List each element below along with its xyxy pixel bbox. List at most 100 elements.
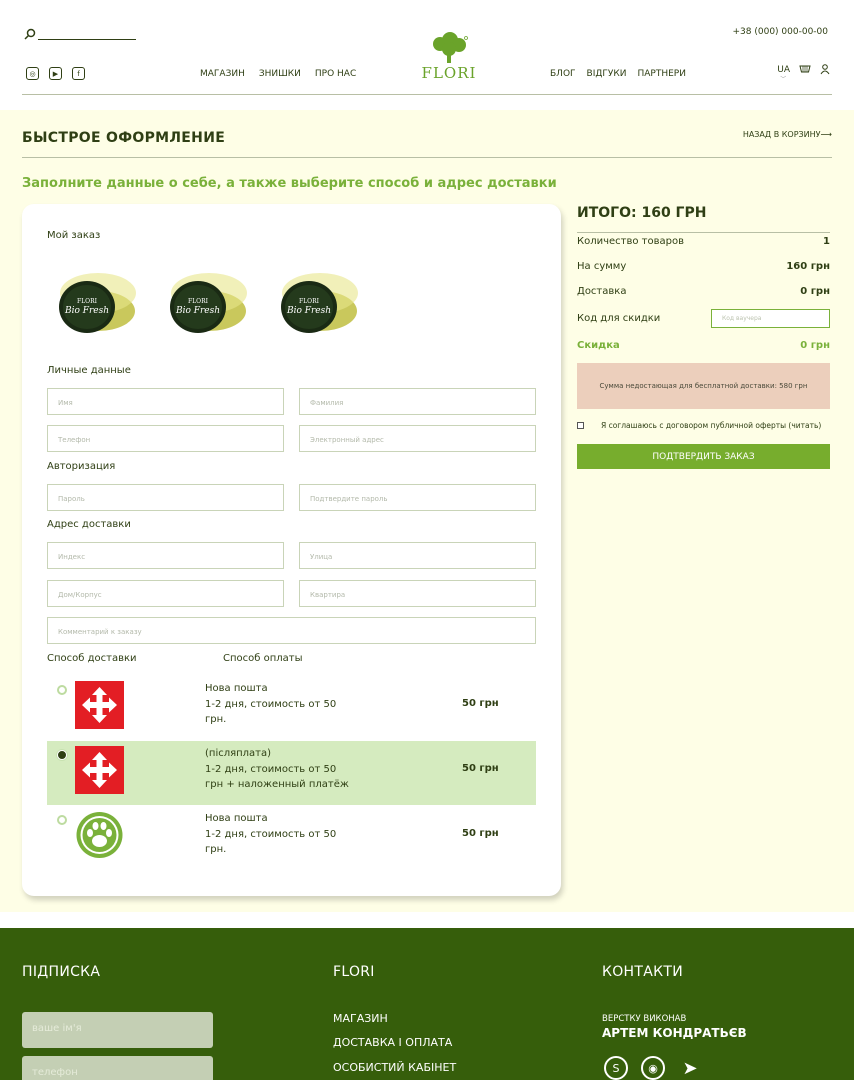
delivery-option-text: (післяплата) 1-2 дня, стоимость от 50 гр…: [205, 746, 355, 793]
nav-item-reviews[interactable]: ВІДГУКИ: [587, 69, 627, 79]
header-tools: UA ﹀: [777, 64, 830, 83]
delivery-price: 50 грн: [462, 828, 499, 839]
nav-item-partners[interactable]: ПАРТНЕРИ: [637, 69, 685, 79]
product-image[interactable]: FLORI Bio Fresh: [50, 253, 140, 343]
free-delivery-notice: Сумма недостающая для бесплатной доставк…: [577, 363, 830, 409]
paw-icon: [76, 812, 123, 858]
summary-delivery-row: Доставка 0 грн: [577, 286, 830, 297]
jar-image: FLORI Bio Fresh: [59, 273, 136, 333]
svg-text:FLORI: FLORI: [188, 298, 209, 305]
logo[interactable]: FLORI: [412, 32, 486, 82]
summary-total-title: ИТОГО: 160 ГРН: [577, 205, 707, 221]
street-field[interactable]: Улица: [299, 542, 536, 569]
summary-discount-label: Скидка: [577, 340, 620, 351]
summary-discount-value: 0 грн: [800, 340, 830, 351]
delivery-desc: 1-2 дня, стоимость от 50 грн.: [205, 828, 337, 856]
delivery-option-text: Нова пошта 1-2 дня, стоимость от 50 грн.: [205, 681, 355, 728]
github-icon[interactable]: ◉: [641, 1056, 665, 1080]
delivery-option-text: Нова пошта 1-2 дня, стоимость от 50 грн.: [205, 811, 355, 858]
delivery-radio[interactable]: [57, 815, 67, 825]
product-label: Bio Fresh: [64, 306, 109, 316]
svg-text:FLORI: FLORI: [299, 298, 320, 305]
search-input[interactable]: [38, 39, 136, 40]
summary-delivery-value: 0 грн: [800, 286, 830, 297]
email-field[interactable]: Электронный адрес: [299, 425, 536, 452]
product-image[interactable]: FLORI Bio Fresh: [272, 253, 362, 343]
comment-field[interactable]: Комментарий к заказу: [47, 617, 536, 644]
subscribe-phone-input[interactable]: телефон: [22, 1056, 213, 1080]
page-title: БЫСТРОЕ ОФОРМЛЕНИЕ: [22, 130, 226, 146]
summary-qty-row: Количество товаров 1: [577, 236, 830, 247]
facebook-icon[interactable]: f: [72, 67, 85, 80]
main-nav-left: МАГАЗИН ЗНИШКИ ПРО НАС: [200, 69, 356, 79]
nav-item-discounts[interactable]: ЗНИШКИ: [259, 69, 301, 79]
contact-icons: S ◉ ➤: [604, 1056, 702, 1080]
back-to-cart-link[interactable]: НАЗАД В КОРЗИНУ⟶: [743, 130, 832, 139]
footer-brand-title: FLORI: [333, 964, 375, 980]
cart-icon[interactable]: [799, 64, 811, 75]
delivery-option[interactable]: Нова пошта 1-2 дня, стоимость от 50 грн.…: [47, 676, 536, 740]
header-phone[interactable]: +38 (000) 000-00-00: [733, 27, 829, 37]
nav-item-about[interactable]: ПРО НАС: [315, 69, 356, 79]
confirm-order-button[interactable]: ПОДТВЕРДИТЬ ЗАКАЗ: [577, 444, 830, 469]
tree-logo-icon: [433, 32, 468, 63]
product-label: Bio Fresh: [286, 306, 331, 316]
contacts-title: КОНТАКТИ: [602, 964, 683, 980]
apartment-field[interactable]: Квартира: [299, 580, 536, 607]
summary-sum-value: 160 грн: [786, 261, 830, 272]
subscribe-title: ПІДПИСКА: [22, 964, 101, 980]
password-field[interactable]: Пароль: [47, 484, 284, 511]
nova-poshta-icon: [75, 746, 124, 794]
telegram-icon[interactable]: ➤: [678, 1056, 702, 1080]
footer-link-delivery[interactable]: ДОСТАВКА І ОПЛАТА: [333, 1036, 452, 1049]
user-icon[interactable]: [820, 64, 830, 75]
skype-icon[interactable]: S: [604, 1056, 628, 1080]
delivery-desc: 1-2 дня, стоимость от 50 грн + наложенны…: [205, 763, 349, 791]
address-label: Адрес доставки: [47, 519, 131, 530]
delivery-desc: 1-2 дня, стоимость от 50 грн.: [205, 698, 337, 726]
delivery-radio-checked[interactable]: [57, 750, 67, 760]
site-header: +38 (000) 000-00-00 ◎ ▶ f МАГАЗИН ЗНИШКИ…: [0, 0, 854, 110]
jar-image: FLORI Bio Fresh: [281, 273, 358, 333]
promo-code-input[interactable]: Код ваучера: [711, 309, 830, 328]
search-icon[interactable]: [24, 28, 36, 40]
youtube-icon[interactable]: ▶: [49, 67, 62, 80]
house-field[interactable]: Дом/Корпус: [47, 580, 284, 607]
author-name: АРТЕМ КОНДРАТЬЄВ: [602, 1026, 747, 1040]
product-image[interactable]: FLORI Bio Fresh: [161, 253, 251, 343]
summary-discount-row: Скидка 0 грн: [577, 340, 830, 351]
instagram-icon[interactable]: ◎: [26, 67, 39, 80]
summary-qty-value: 1: [823, 236, 830, 247]
auth-label: Авторизация: [47, 461, 116, 472]
made-by-label: ВЕРСТКУ ВИКОНАВ: [602, 1014, 687, 1024]
password-confirm-field[interactable]: Подтвердите пароль: [299, 484, 536, 511]
footer-link-account[interactable]: ОСОБИСТИЙ КАБІНЕТ: [333, 1061, 456, 1074]
delivery-title: Нова пошта: [205, 813, 268, 824]
chevron-down-icon: ﹀: [780, 75, 787, 83]
footer-link-shop[interactable]: МАГАЗИН: [333, 1012, 388, 1025]
delivery-radio[interactable]: [57, 685, 67, 695]
postal-index-field[interactable]: Индекс: [47, 542, 284, 569]
first-name-field[interactable]: Имя: [47, 388, 284, 415]
nav-item-shop[interactable]: МАГАЗИН: [200, 69, 245, 79]
title-divider: [22, 157, 832, 158]
tab-delivery-method[interactable]: Способ доставки: [47, 653, 137, 664]
phone-field[interactable]: Телефон: [47, 425, 284, 452]
delivery-option-selected[interactable]: (післяплата) 1-2 дня, стоимость от 50 гр…: [47, 741, 536, 805]
agree-checkbox[interactable]: [577, 422, 584, 429]
last-name-field[interactable]: Фамилия: [299, 388, 536, 415]
tab-payment-method[interactable]: Способ оплаты: [223, 653, 303, 664]
delivery-title: (післяплата): [205, 748, 272, 759]
summary-sum-label: На сумму: [577, 261, 627, 272]
delivery-price: 50 грн: [462, 698, 499, 709]
delivery-option[interactable]: Нова пошта 1-2 дня, стоимость от 50 грн.…: [47, 806, 536, 870]
site-footer: ПІДПИСКА ваше ім'я телефон FLORI МАГАЗИН…: [0, 928, 854, 1080]
jar-image: FLORI Bio Fresh: [170, 273, 247, 333]
nova-poshta-icon: [75, 681, 124, 729]
subscribe-name-input[interactable]: ваше ім'я: [22, 1012, 213, 1048]
agree-text[interactable]: Я соглашаюсь с договором публичной оферт…: [601, 421, 821, 430]
header-divider: [22, 94, 832, 95]
nav-item-blog[interactable]: БЛОГ: [550, 69, 576, 79]
language-selector[interactable]: UA ﹀: [777, 65, 790, 83]
summary-qty-label: Количество товаров: [577, 236, 685, 247]
